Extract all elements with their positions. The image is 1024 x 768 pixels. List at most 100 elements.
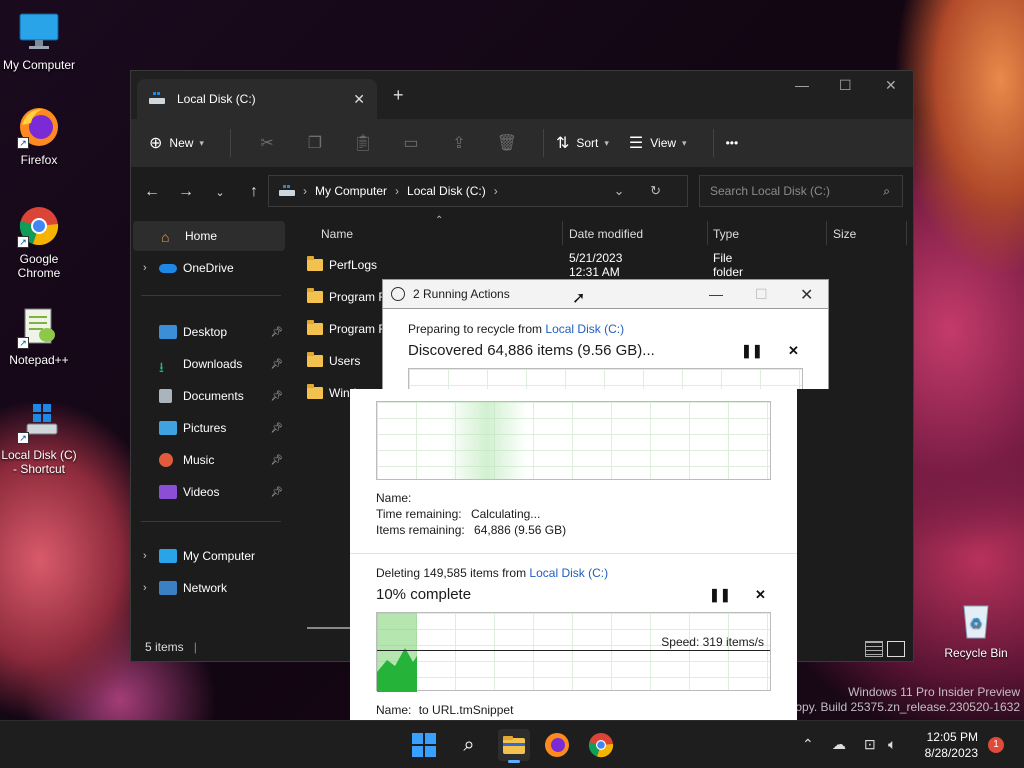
action2-headline: 10% complete: [376, 586, 472, 603]
chevron-down-icon[interactable]: ⌄: [614, 183, 625, 198]
new-tab-button[interactable]: +: [393, 85, 404, 106]
pin-icon[interactable]: 📌︎: [270, 359, 283, 370]
details-view-icon[interactable]: [865, 641, 883, 657]
search-box[interactable]: ⌕: [699, 175, 903, 207]
close-window-button[interactable]: ✕: [885, 77, 897, 94]
search-input[interactable]: [710, 184, 870, 198]
sidebar-item-videos[interactable]: Videos 📌︎: [131, 477, 287, 507]
tab-local-disk[interactable]: Local Disk (C:) ✕: [137, 79, 377, 119]
paste-icon[interactable]: 📋︎: [339, 133, 387, 153]
sort-button[interactable]: ⇅ Sort ▾: [556, 133, 609, 153]
notification-badge[interactable]: 1: [988, 737, 1004, 753]
column-divider[interactable]: [906, 221, 907, 245]
pin-icon[interactable]: 📌︎: [270, 455, 283, 466]
sidebar-label: Downloads: [183, 357, 243, 371]
action1-items-remaining: Items remaining: 64,886 (9.56 GB): [376, 523, 566, 537]
more-options-button[interactable]: •••: [726, 136, 739, 150]
sidebar-label: Videos: [183, 485, 220, 499]
shortcut-arrow-icon: ↗: [17, 337, 29, 349]
expand-chevron-icon[interactable]: ›: [143, 582, 159, 594]
desktop-icon-recycle-bin[interactable]: ♻ Recycle Bin: [936, 598, 1016, 660]
cancel-action-icon[interactable]: ✕: [788, 343, 799, 359]
desktop-icon-google-chrome[interactable]: ↗ Google Chrome: [0, 204, 78, 280]
share-icon[interactable]: ⇪: [435, 133, 483, 153]
cloud-offline-icon[interactable]: ☁: [832, 736, 846, 753]
address-bar[interactable]: › My Computer › Local Disk (C:) › ⌄ ↻: [268, 175, 688, 207]
breadcrumb-separator-icon: ›: [493, 184, 498, 198]
view-button[interactable]: ☰ View ▾: [629, 133, 687, 153]
table-row[interactable]: Program F: [307, 286, 386, 308]
breadcrumb-local-disk[interactable]: Local Disk (C:): [407, 184, 486, 198]
search-icon: ⌕: [883, 183, 890, 198]
expand-chevron-icon[interactable]: ›: [143, 550, 159, 562]
up-arrow-icon[interactable]: ↑: [237, 183, 271, 201]
table-row[interactable]: Users: [307, 350, 360, 372]
column-divider[interactable]: [562, 221, 563, 245]
desktop-icon-local-disk-shortcut[interactable]: ↗ Local Disk (C) - Shortcut: [0, 400, 78, 476]
close-window-button[interactable]: ✕: [800, 285, 813, 305]
sidebar-item-onedrive[interactable]: › OneDrive: [131, 253, 287, 283]
sidebar-item-network[interactable]: › Network: [131, 573, 287, 603]
rename-icon[interactable]: ▭: [387, 133, 435, 153]
column-header-size[interactable]: Size: [833, 227, 856, 251]
show-hidden-icons-chevron-icon[interactable]: ⌃: [802, 736, 814, 753]
refresh-icon[interactable]: ↻: [650, 183, 661, 198]
new-button[interactable]: ⊕ New ▾: [149, 133, 204, 153]
recent-locations-chevron-icon[interactable]: ⌄: [203, 186, 237, 199]
action1-time-remaining: Time remaining: Calculating...: [376, 507, 540, 521]
maximize-button[interactable]: ☐: [755, 286, 768, 303]
taskbar-file-explorer[interactable]: [498, 729, 530, 763]
pin-icon[interactable]: 📌︎: [270, 327, 283, 338]
start-button[interactable]: [410, 731, 438, 759]
pin-icon[interactable]: 📌︎: [270, 423, 283, 434]
minimize-button[interactable]: —: [709, 286, 723, 302]
pause-icon[interactable]: ❚❚: [741, 343, 763, 359]
forward-arrow-icon[interactable]: →: [169, 183, 203, 201]
breadcrumb-my-computer[interactable]: My Computer: [315, 184, 387, 198]
taskbar-clock[interactable]: 12:05 PM 8/28/2023: [925, 729, 978, 761]
tiles-view-icon[interactable]: [887, 641, 905, 657]
cancel-action-icon[interactable]: ✕: [755, 587, 766, 603]
sidebar-item-music[interactable]: Music 📌︎: [131, 445, 287, 475]
column-divider[interactable]: [707, 221, 708, 245]
desktop-icon-firefox[interactable]: ↗ Firefox: [0, 105, 78, 167]
column-header-date[interactable]: Date modified: [569, 227, 643, 251]
sidebar-item-pictures[interactable]: Pictures 📌︎: [131, 413, 287, 443]
network-status-icon[interactable]: ⊡: [864, 736, 876, 753]
table-row[interactable]: PerfLogs 5/21/2023 12:31 AM File folder: [307, 251, 743, 279]
cut-icon[interactable]: ✂: [243, 133, 291, 153]
action1-source-link[interactable]: Local Disk (C:): [545, 322, 624, 336]
action1-prefix: Preparing to recycle from: [408, 322, 543, 336]
volume-icon[interactable]: 🔈︎: [888, 736, 896, 753]
search-button[interactable]: ⌕: [455, 731, 483, 759]
close-tab-icon[interactable]: ✕: [353, 91, 365, 108]
column-divider[interactable]: [826, 221, 827, 245]
action2-source-link[interactable]: Local Disk (C:): [529, 566, 608, 580]
desktop-icon-notepad-plus-plus[interactable]: ↗ Notepad++: [0, 305, 78, 367]
sidebar-item-downloads[interactable]: ⭳ Downloads 📌︎: [131, 349, 287, 379]
column-header-type[interactable]: Type: [713, 227, 739, 251]
view-label: View: [650, 136, 677, 150]
minimize-button[interactable]: —: [795, 77, 809, 93]
sidebar-item-my-computer[interactable]: › My Computer: [131, 541, 287, 571]
network-icon: [159, 581, 177, 595]
taskbar-firefox[interactable]: [543, 731, 571, 759]
sidebar-item-home[interactable]: ⌂ Home: [133, 221, 285, 251]
video-icon: [159, 485, 177, 499]
delete-icon[interactable]: 🗑︎: [483, 133, 531, 153]
desktop-icon-label: Notepad++: [9, 353, 69, 367]
expand-chevron-icon[interactable]: ›: [143, 262, 159, 274]
column-header-name[interactable]: Name: [321, 227, 353, 251]
sidebar-item-desktop[interactable]: Desktop 📌︎: [131, 317, 287, 347]
desktop-icon-my-computer[interactable]: My Computer: [0, 10, 78, 72]
back-arrow-icon[interactable]: ←: [135, 183, 169, 201]
table-row[interactable]: Program F: [307, 318, 386, 340]
pin-icon[interactable]: 📌︎: [270, 487, 283, 498]
copy-icon[interactable]: ❐: [291, 133, 339, 153]
sidebar-item-documents[interactable]: Documents 📌︎: [131, 381, 287, 411]
pause-icon[interactable]: ❚❚: [709, 587, 731, 603]
monitor-icon: [17, 10, 61, 54]
pin-icon[interactable]: 📌︎: [270, 391, 283, 402]
maximize-button[interactable]: ☐: [839, 77, 852, 94]
taskbar-chrome[interactable]: [587, 731, 615, 759]
